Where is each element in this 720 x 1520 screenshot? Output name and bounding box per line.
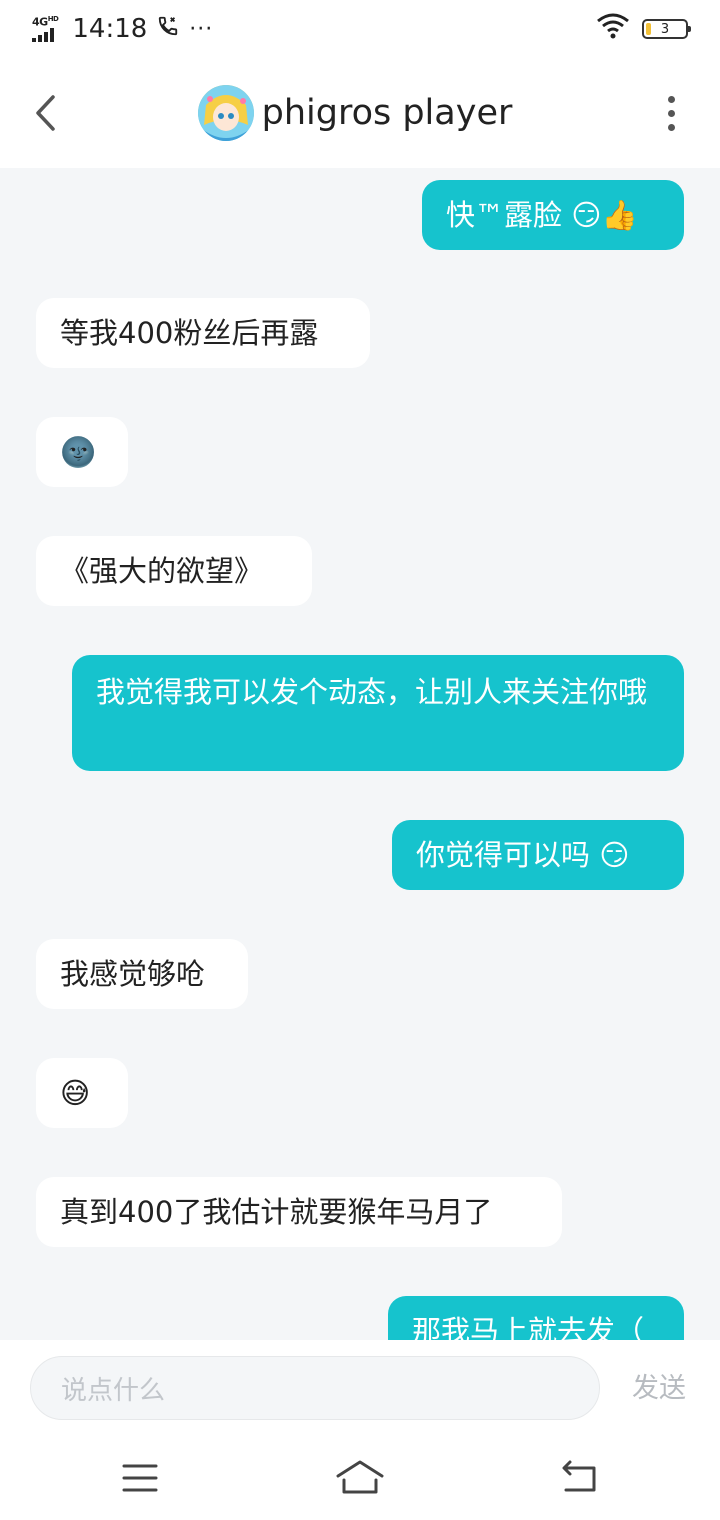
chat-header: phigros player — [0, 58, 720, 168]
home-icon — [336, 1460, 384, 1494]
chat-title[interactable]: phigros player — [197, 85, 513, 141]
menu-button[interactable] — [116, 1458, 164, 1498]
message-bubble[interactable]: 《强大的欲望》 — [36, 536, 312, 606]
status-bar: 4GHD 14:18 ··· 3 — [0, 0, 720, 58]
signal-icon — [32, 28, 54, 43]
network-type: 4G — [32, 15, 48, 29]
phone-icon — [157, 15, 179, 43]
message-bubble[interactable]: 🌚 — [36, 417, 128, 487]
system-nav-bar — [0, 1440, 720, 1520]
send-button[interactable]: 发送 — [632, 1366, 686, 1405]
status-right: 3 — [596, 13, 691, 46]
network-hd: HD — [47, 14, 59, 23]
menu-icon — [122, 1464, 158, 1492]
more-options-button[interactable] — [656, 88, 686, 138]
composer-bar: 说点什么 发送 — [0, 1340, 720, 1440]
status-left: 4GHD 14:18 ··· — [32, 14, 213, 44]
avatar[interactable] — [197, 85, 254, 141]
message-bubble[interactable]: 那我马上就去发（ — [388, 1296, 684, 1340]
page-title: phigros player — [261, 93, 513, 133]
message-bubble[interactable]: 😅 — [36, 1058, 128, 1128]
clock: 14:18 — [72, 14, 148, 44]
chevron-left-icon — [36, 95, 55, 131]
system-back-button[interactable] — [556, 1458, 604, 1498]
home-button[interactable] — [334, 1458, 386, 1498]
wifi-icon — [596, 13, 630, 46]
message-bubble[interactable]: 真到400了我估计就要猴年马月了 — [36, 1177, 562, 1247]
battery-icon: 3 — [642, 19, 691, 39]
network-indicator: 4GHD — [32, 14, 59, 43]
message-bubble[interactable]: 你觉得可以吗 😏 — [392, 820, 684, 890]
notification-more: ··· — [189, 16, 214, 42]
back-button[interactable] — [28, 88, 62, 138]
battery-level: 3 — [660, 21, 670, 37]
message-bubble[interactable]: 等我400粉丝后再露 — [36, 298, 370, 368]
message-bubble[interactable]: 我感觉够呛 — [36, 939, 248, 1009]
more-vertical-icon — [667, 95, 675, 103]
message-input-placeholder: 说点什么 — [61, 1375, 166, 1406]
message-input[interactable]: 说点什么 — [30, 1356, 600, 1420]
message-bubble[interactable]: 快™露脸 😏👍 — [422, 180, 684, 250]
return-icon — [562, 1460, 596, 1492]
message-bubble[interactable]: 我觉得我可以发个动态，让别人来关注你哦 — [72, 655, 684, 771]
message-list[interactable]: 快™露脸 😏👍 等我400粉丝后再露 🌚 《强大的欲望》 我觉得我可以发个动态，… — [0, 168, 720, 1340]
